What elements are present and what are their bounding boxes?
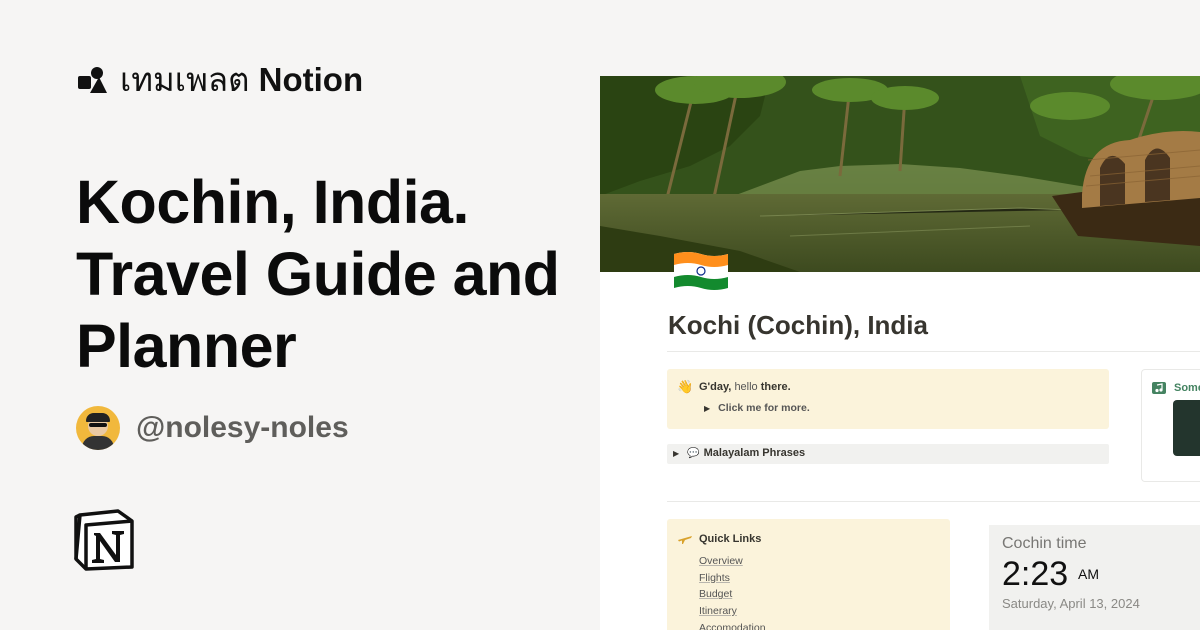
cover-image (600, 76, 1200, 272)
link-accomodation[interactable]: Accomodation (699, 620, 766, 630)
clock-label: Cochin time (1002, 535, 1087, 552)
music-label: Some (1174, 382, 1200, 394)
more-toggle[interactable]: ▶ Click me for more. (704, 402, 810, 414)
clock-time: 2:23 (1002, 555, 1069, 593)
author: @nolesy-noles (76, 406, 349, 450)
divider (667, 351, 1200, 352)
india-flag-icon (674, 252, 728, 290)
link-budget[interactable]: Budget (699, 586, 766, 603)
quick-links-callout: Quick Links Overview Flights Budget Itin… (667, 519, 950, 630)
link-overview[interactable]: Overview (699, 553, 766, 570)
clock-widget: Cochin time 2:23 AM Saturday, April 13, … (989, 525, 1200, 630)
greeting-callout: 👋 G'day, hello there. ▶ Click me for more… (667, 369, 1109, 429)
brand: เทมเพลต Notion (76, 62, 363, 98)
music-block[interactable]: Some (1141, 369, 1200, 482)
notion-page-preview: Kochi (Cochin), India 👋 G'day, hello the… (600, 76, 1200, 630)
brand-thai: เทมเพลต (120, 61, 250, 98)
avatar (76, 406, 120, 450)
clock-date: Saturday, April 13, 2024 (1002, 596, 1140, 611)
brand-name: Notion (258, 61, 364, 98)
quick-links-title: Quick Links (699, 533, 762, 545)
notion-shapes-logo-icon (78, 67, 107, 93)
page-title: Kochi (Cochin), India (668, 310, 928, 340)
hero-title: Kochin, India. Travel Guide and Planner (76, 168, 560, 380)
divider (667, 501, 1200, 502)
notion-logo-icon (74, 509, 134, 571)
phrases-toggle[interactable]: ▶ 💬 Malayalam Phrases (667, 444, 1109, 464)
airplane-icon (678, 536, 692, 544)
greeting-text: G'day, hello there. (699, 381, 791, 393)
toggle-arrow-icon[interactable]: ▶ (673, 449, 679, 458)
link-flights[interactable]: Flights (699, 570, 766, 587)
speech-bubble-icon: 💬 (687, 448, 700, 459)
album-thumbnail[interactable] (1173, 400, 1200, 456)
link-itinerary[interactable]: Itinerary (699, 603, 766, 620)
author-handle: @nolesy-noles (136, 411, 349, 444)
toggle-arrow-icon[interactable]: ▶ (704, 404, 710, 413)
wave-icon: 👋 (677, 379, 694, 394)
quick-links-list: Overview Flights Budget Itinerary Accomo… (699, 553, 766, 630)
brand-text: เทมเพลต Notion (120, 62, 363, 98)
music-icon (1152, 382, 1166, 394)
clock-ampm: AM (1078, 566, 1099, 582)
